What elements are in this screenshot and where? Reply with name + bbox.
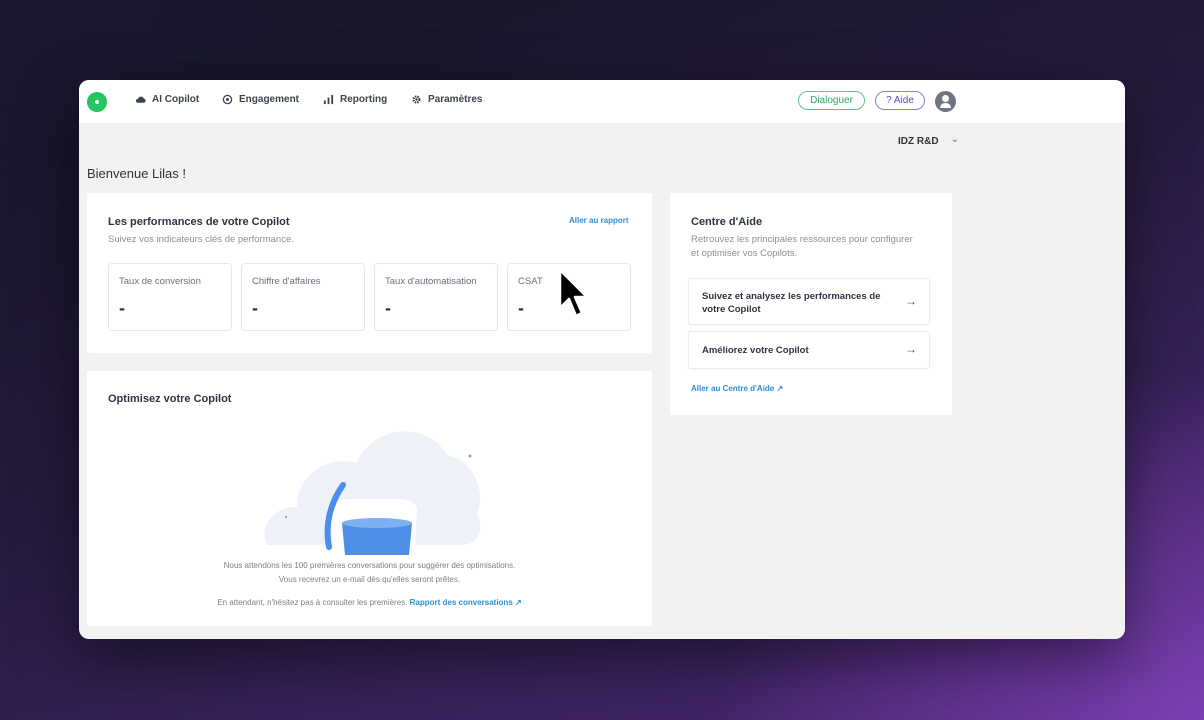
kpi-label: CSAT	[518, 276, 543, 287]
nav-parametres[interactable]: Paramètres	[411, 94, 482, 105]
optimize-message-line-1: Nous attendons les 100 premières convers…	[223, 561, 516, 570]
optimize-card: Optimisez votre Copilot Nous attendons l…	[87, 371, 652, 626]
target-icon	[222, 94, 233, 105]
nav-parametres-label: Paramètres	[428, 94, 483, 105]
help-item-label-line-2: votre Copilot	[702, 304, 761, 315]
optimize-message-line-3-row: En attendant, n'hésitez pas à consulter …	[87, 596, 652, 610]
brand-logo-icon[interactable]	[87, 92, 107, 112]
kpi-card-automation[interactable]: Taux d'automatisation -	[374, 263, 498, 331]
performance-subtitle: Suivez vos indicateurs clés de performan…	[108, 234, 294, 245]
kpi-value: -	[385, 298, 391, 318]
help-center-subtitle-line-1: Retrouvez les principales ressources pou…	[691, 234, 913, 245]
arrow-right-icon: →	[905, 342, 917, 356]
help-button[interactable]: ? Aide	[875, 91, 925, 110]
nav-ai-copilot-label: AI Copilot	[152, 94, 200, 105]
chevron-down-icon: ⌄	[950, 134, 959, 145]
nav-reporting-label: Reporting	[340, 94, 388, 105]
kpi-card-revenue[interactable]: Chiffre d'affaires -	[241, 263, 365, 331]
user-icon[interactable]	[935, 91, 956, 112]
help-item-performance[interactable]: Suivez et analysez les performances de v…	[688, 278, 930, 325]
kpi-label: Taux d'automatisation	[385, 276, 477, 287]
org-name: IDZ R&D	[898, 136, 939, 147]
help-item-label: Améliorez votre Copilot	[702, 345, 809, 356]
cloud-icon	[136, 96, 146, 103]
nav-engagement[interactable]: Engagement	[222, 94, 299, 105]
performance-title: Les performances de votre Copilot	[108, 216, 290, 228]
org-selector[interactable]: IDZ R&D ⌄	[898, 134, 959, 147]
nav-reporting[interactable]: Reporting	[323, 94, 387, 105]
arrow-right-icon: →	[905, 294, 917, 308]
optimize-message-line-2: Vous recevrez un e-mail dès qu'elles ser…	[278, 575, 461, 584]
kpi-card-conversion[interactable]: Taux de conversion -	[108, 263, 232, 331]
optimize-message-line-3: En attendant, n'hésitez pas à consulter …	[217, 598, 408, 607]
optimize-title: Optimisez votre Copilot	[108, 393, 232, 405]
conversation-report-link[interactable]: Rapport des conversations ↗	[410, 598, 522, 607]
kpi-label: Chiffre d'affaires	[252, 276, 321, 287]
gear-icon	[412, 95, 421, 104]
kpi-value: -	[252, 298, 258, 318]
kpi-label: Taux de conversion	[119, 276, 201, 287]
help-center-card: Centre d'Aide Retrouvez les principales …	[670, 193, 952, 415]
kpi-value: -	[119, 298, 125, 318]
empty-state-illustration	[264, 431, 481, 555]
kpi-value: -	[518, 298, 524, 318]
help-center-link[interactable]: Aller au Centre d'Aide ↗	[691, 384, 783, 393]
help-center-subtitle-line-2: et optimiser vos Copilots.	[691, 248, 798, 259]
welcome-heading: Bienvenue Lilas !	[87, 166, 187, 181]
bar-chart-icon	[323, 94, 334, 105]
help-center-title: Centre d'Aide	[691, 216, 763, 228]
nav-ai-copilot[interactable]: AI Copilot	[135, 94, 199, 105]
report-link[interactable]: Aller au rapport	[569, 216, 629, 225]
app-window: AI Copilot Engagement Reporting Paramètr…	[79, 80, 1125, 639]
help-item-label-line-1: Suivez et analysez les performances de	[702, 291, 881, 302]
top-navbar: AI Copilot Engagement Reporting Paramètr…	[79, 80, 1125, 123]
nav-engagement-label: Engagement	[239, 94, 300, 105]
mouse-cursor-icon	[558, 268, 589, 318]
help-item-improve[interactable]: Améliorez votre Copilot →	[688, 331, 930, 369]
dialoguer-button[interactable]: Dialoguer	[798, 91, 865, 110]
